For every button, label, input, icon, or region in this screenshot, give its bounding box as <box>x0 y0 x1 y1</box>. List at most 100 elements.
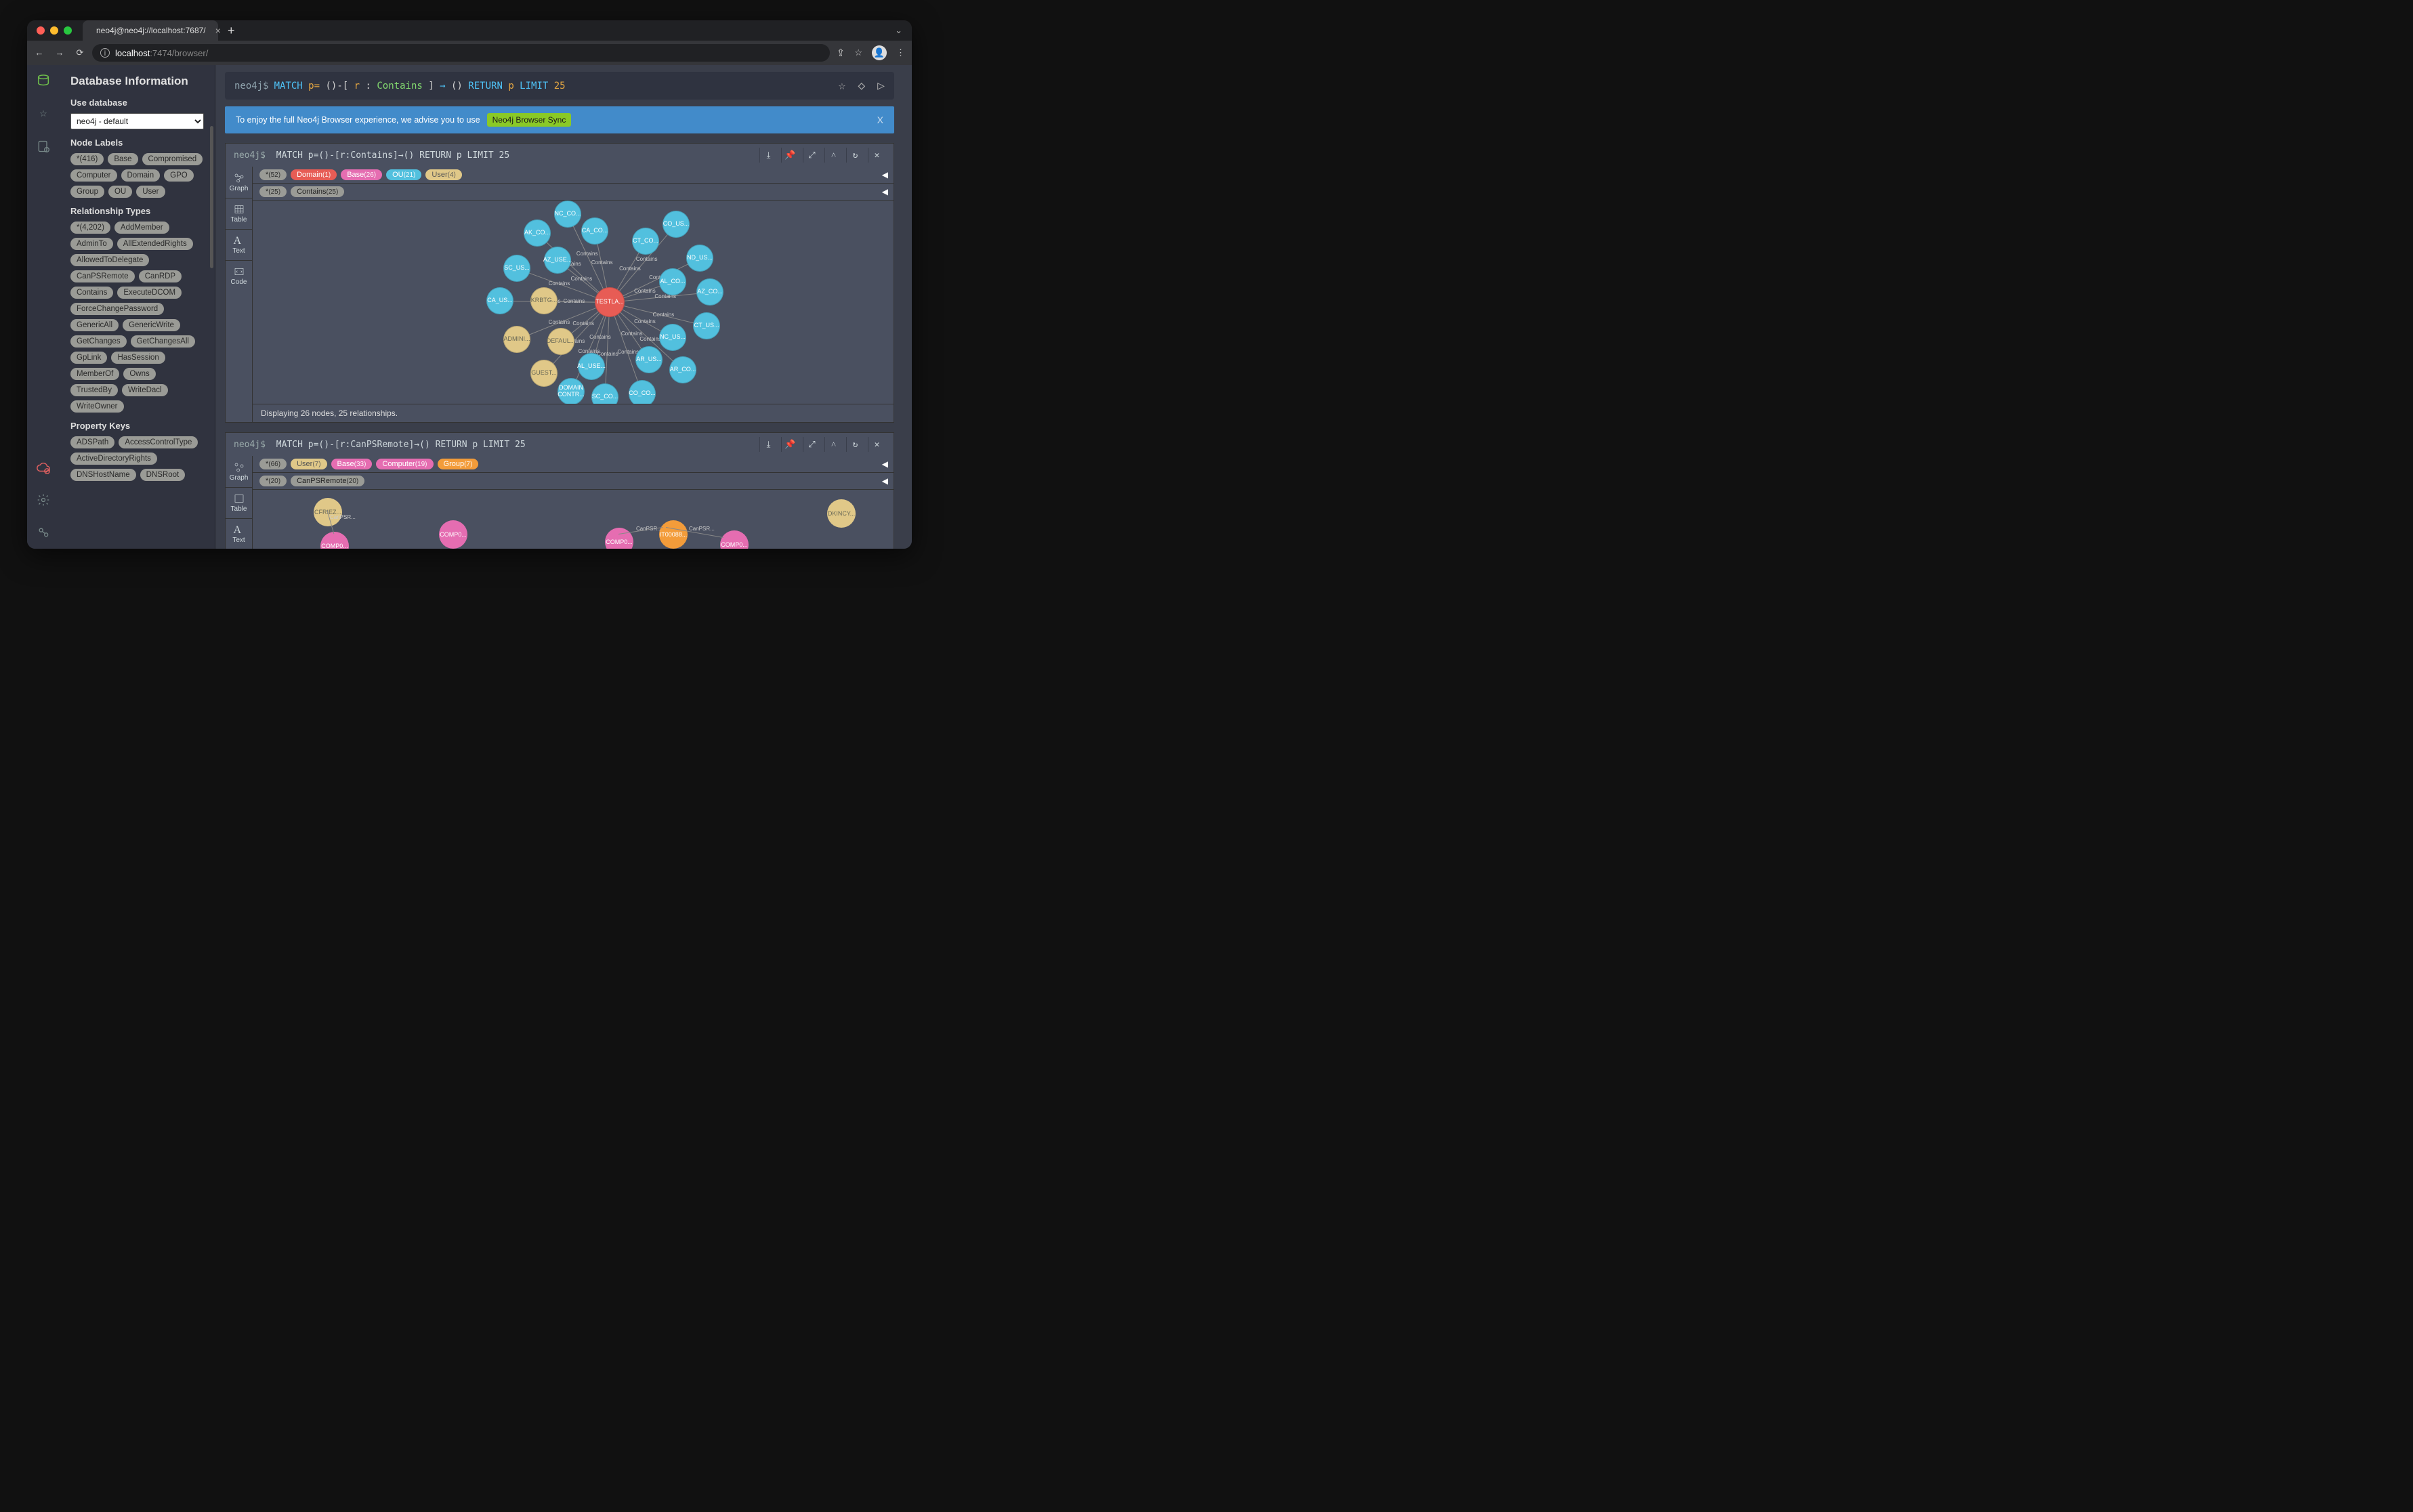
relationship-type-pill[interactable]: CanPSRemote <box>70 270 135 282</box>
relationship-type-pill[interactable]: GetChangesAll <box>131 335 195 348</box>
kebab-menu-icon[interactable]: ⋮ <box>896 47 905 58</box>
legend-pill[interactable]: Domain(1) <box>291 169 337 180</box>
relationship-type-pill[interactable]: AllowedToDelegate <box>70 254 149 266</box>
graph-node-center[interactable]: TESTLA... <box>595 287 625 317</box>
graph-node[interactable]: AZ_CO... <box>696 278 723 306</box>
node-label-pill[interactable]: GPO <box>164 169 194 182</box>
sidebar-scrollbar[interactable] <box>210 65 213 549</box>
banner-close-button[interactable]: X <box>877 114 883 125</box>
graph-canvas[interactable]: ContainsContainsContainsContainsContains… <box>253 201 894 404</box>
legend-pill[interactable]: Computer(19) <box>376 459 433 469</box>
documents-icon[interactable] <box>35 138 51 154</box>
browser-tab[interactable]: neo4j@neo4j://localhost:7687/ × <box>83 20 218 41</box>
property-key-pill[interactable]: ADSPath <box>70 436 114 448</box>
relationship-type-pill[interactable]: GetChanges <box>70 335 127 348</box>
tab-graph[interactable]: Graph <box>226 167 252 198</box>
property-key-pill[interactable]: DNSHostName <box>70 469 136 481</box>
tab-graph[interactable]: Graph <box>226 456 252 487</box>
relationship-type-pill[interactable]: ForceChangePassword <box>70 303 164 315</box>
reload-button[interactable]: ⟳ <box>75 47 85 58</box>
profile-avatar[interactable]: 👤 <box>872 45 887 60</box>
node-label-pill[interactable]: Compromised <box>142 153 203 165</box>
frame-collapse-icon[interactable]: ˄ <box>824 148 842 163</box>
relationship-type-pill[interactable]: Owns <box>123 368 155 380</box>
graph-node[interactable]: CA_CO... <box>581 217 608 245</box>
relationship-type-pill[interactable]: AllExtendedRights <box>117 238 193 250</box>
maximize-window-icon[interactable] <box>64 26 72 35</box>
graph-node[interactable]: DOMAIN CONTR... <box>558 378 585 404</box>
legend-collapse-icon[interactable]: ◀ <box>882 459 888 469</box>
frame-pin-icon[interactable]: 📌 <box>781 437 799 452</box>
graph-node[interactable]: CT_US... <box>693 312 720 339</box>
frame-download-icon[interactable]: ⤓ <box>759 437 777 452</box>
legend-pill[interactable]: Group(7) <box>438 459 479 469</box>
node-label-pill[interactable]: Domain <box>121 169 161 182</box>
property-key-pill[interactable]: DNSRoot <box>140 469 186 481</box>
tabs-overflow-icon[interactable]: ⌄ <box>895 25 902 36</box>
relationship-type-pill[interactable]: TrustedBy <box>70 384 118 396</box>
graph-node[interactable]: GUEST... <box>530 360 558 387</box>
frame-rerun-icon[interactable]: ↻ <box>846 148 864 163</box>
relationship-type-pill[interactable]: CanRDP <box>139 270 182 282</box>
banner-sync-button[interactable]: Neo4j Browser Sync <box>487 113 572 127</box>
settings-icon[interactable] <box>35 492 51 508</box>
relationship-type-pill[interactable]: AddMember <box>114 222 169 234</box>
legend-pill[interactable]: *(66) <box>259 459 287 469</box>
about-icon[interactable] <box>35 524 51 541</box>
node-label-pill[interactable]: User <box>136 186 165 198</box>
relationship-type-pill[interactable]: Contains <box>70 287 113 299</box>
frame-expand-icon[interactable]: ⤢ <box>803 437 820 452</box>
site-info-icon[interactable]: i <box>100 48 110 58</box>
node-label-pill[interactable]: Computer <box>70 169 117 182</box>
editor-favorite-icon[interactable]: ☆ <box>838 79 845 93</box>
graph-node[interactable]: CO_CO... <box>629 380 656 404</box>
frame-close-icon[interactable]: ✕ <box>868 437 885 452</box>
graph-node[interactable]: DEFAUL... <box>547 328 574 355</box>
graph-node[interactable]: AK_CO... <box>524 219 551 247</box>
graph-node[interactable]: CT_CO... <box>632 228 659 255</box>
frame-close-icon[interactable]: ✕ <box>868 148 885 163</box>
frame-pin-icon[interactable]: 📌 <box>781 148 799 163</box>
database-icon[interactable] <box>35 73 51 89</box>
legend-pill[interactable]: User(4) <box>425 169 461 180</box>
relationship-type-pill[interactable]: WriteOwner <box>70 400 124 413</box>
graph-node[interactable]: NC_CO... <box>554 201 581 228</box>
frame-download-icon[interactable]: ⤓ <box>759 148 777 163</box>
legend-pill[interactable]: OU(21) <box>386 169 421 180</box>
graph-node[interactable]: COMP0... <box>605 528 633 549</box>
tab-code[interactable]: Code <box>226 260 252 291</box>
graph-node[interactable]: COMP0... <box>320 532 349 549</box>
legend-pill[interactable]: Contains(25) <box>291 186 344 197</box>
back-button[interactable]: ← <box>34 47 45 58</box>
property-key-pill[interactable]: ActiveDirectoryRights <box>70 453 157 465</box>
graph-node[interactable]: CA_US... <box>486 287 513 314</box>
graph-node[interactable]: ND_US... <box>686 245 713 272</box>
tab-table[interactable]: Table <box>226 198 252 229</box>
node-label-pill[interactable]: Group <box>70 186 104 198</box>
graph-node[interactable]: NC_US... <box>659 324 686 351</box>
legend-collapse-icon[interactable]: ◀ <box>882 187 888 196</box>
forward-button[interactable]: → <box>54 47 65 58</box>
share-icon[interactable]: ⇪ <box>837 47 845 59</box>
graph-node[interactable]: IT00088... <box>659 520 688 549</box>
legend-pill[interactable]: Base(26) <box>341 169 382 180</box>
graph-node[interactable]: AL_USE... <box>578 353 605 380</box>
relationship-type-pill[interactable]: GenericAll <box>70 319 119 331</box>
legend-collapse-icon[interactable]: ◀ <box>882 476 888 486</box>
database-select[interactable]: neo4j - default <box>70 113 204 129</box>
legend-pill[interactable]: *(25) <box>259 186 287 197</box>
relationship-type-pill[interactable]: *(4,202) <box>70 222 110 234</box>
editor-play-icon[interactable]: ▷ <box>877 79 885 93</box>
graph-canvas[interactable]: CFRIEZ...COMP0...COMP0...COMP0...IT00088… <box>253 490 894 549</box>
graph-node[interactable]: KRBTG... <box>530 287 558 314</box>
graph-node[interactable]: AR_CO... <box>669 356 696 383</box>
graph-node[interactable]: ADMINI... <box>503 326 530 353</box>
tab-table[interactable]: Table <box>226 487 252 518</box>
address-bar[interactable]: i localhost:7474/browser/ <box>92 44 830 62</box>
graph-node[interactable]: SC_US... <box>503 255 530 282</box>
new-tab-button[interactable]: + <box>228 24 235 38</box>
close-window-icon[interactable] <box>37 26 45 35</box>
graph-node[interactable]: SC_CO... <box>591 383 618 404</box>
tab-text[interactable]: A Text <box>226 518 252 549</box>
minimize-window-icon[interactable] <box>50 26 58 35</box>
